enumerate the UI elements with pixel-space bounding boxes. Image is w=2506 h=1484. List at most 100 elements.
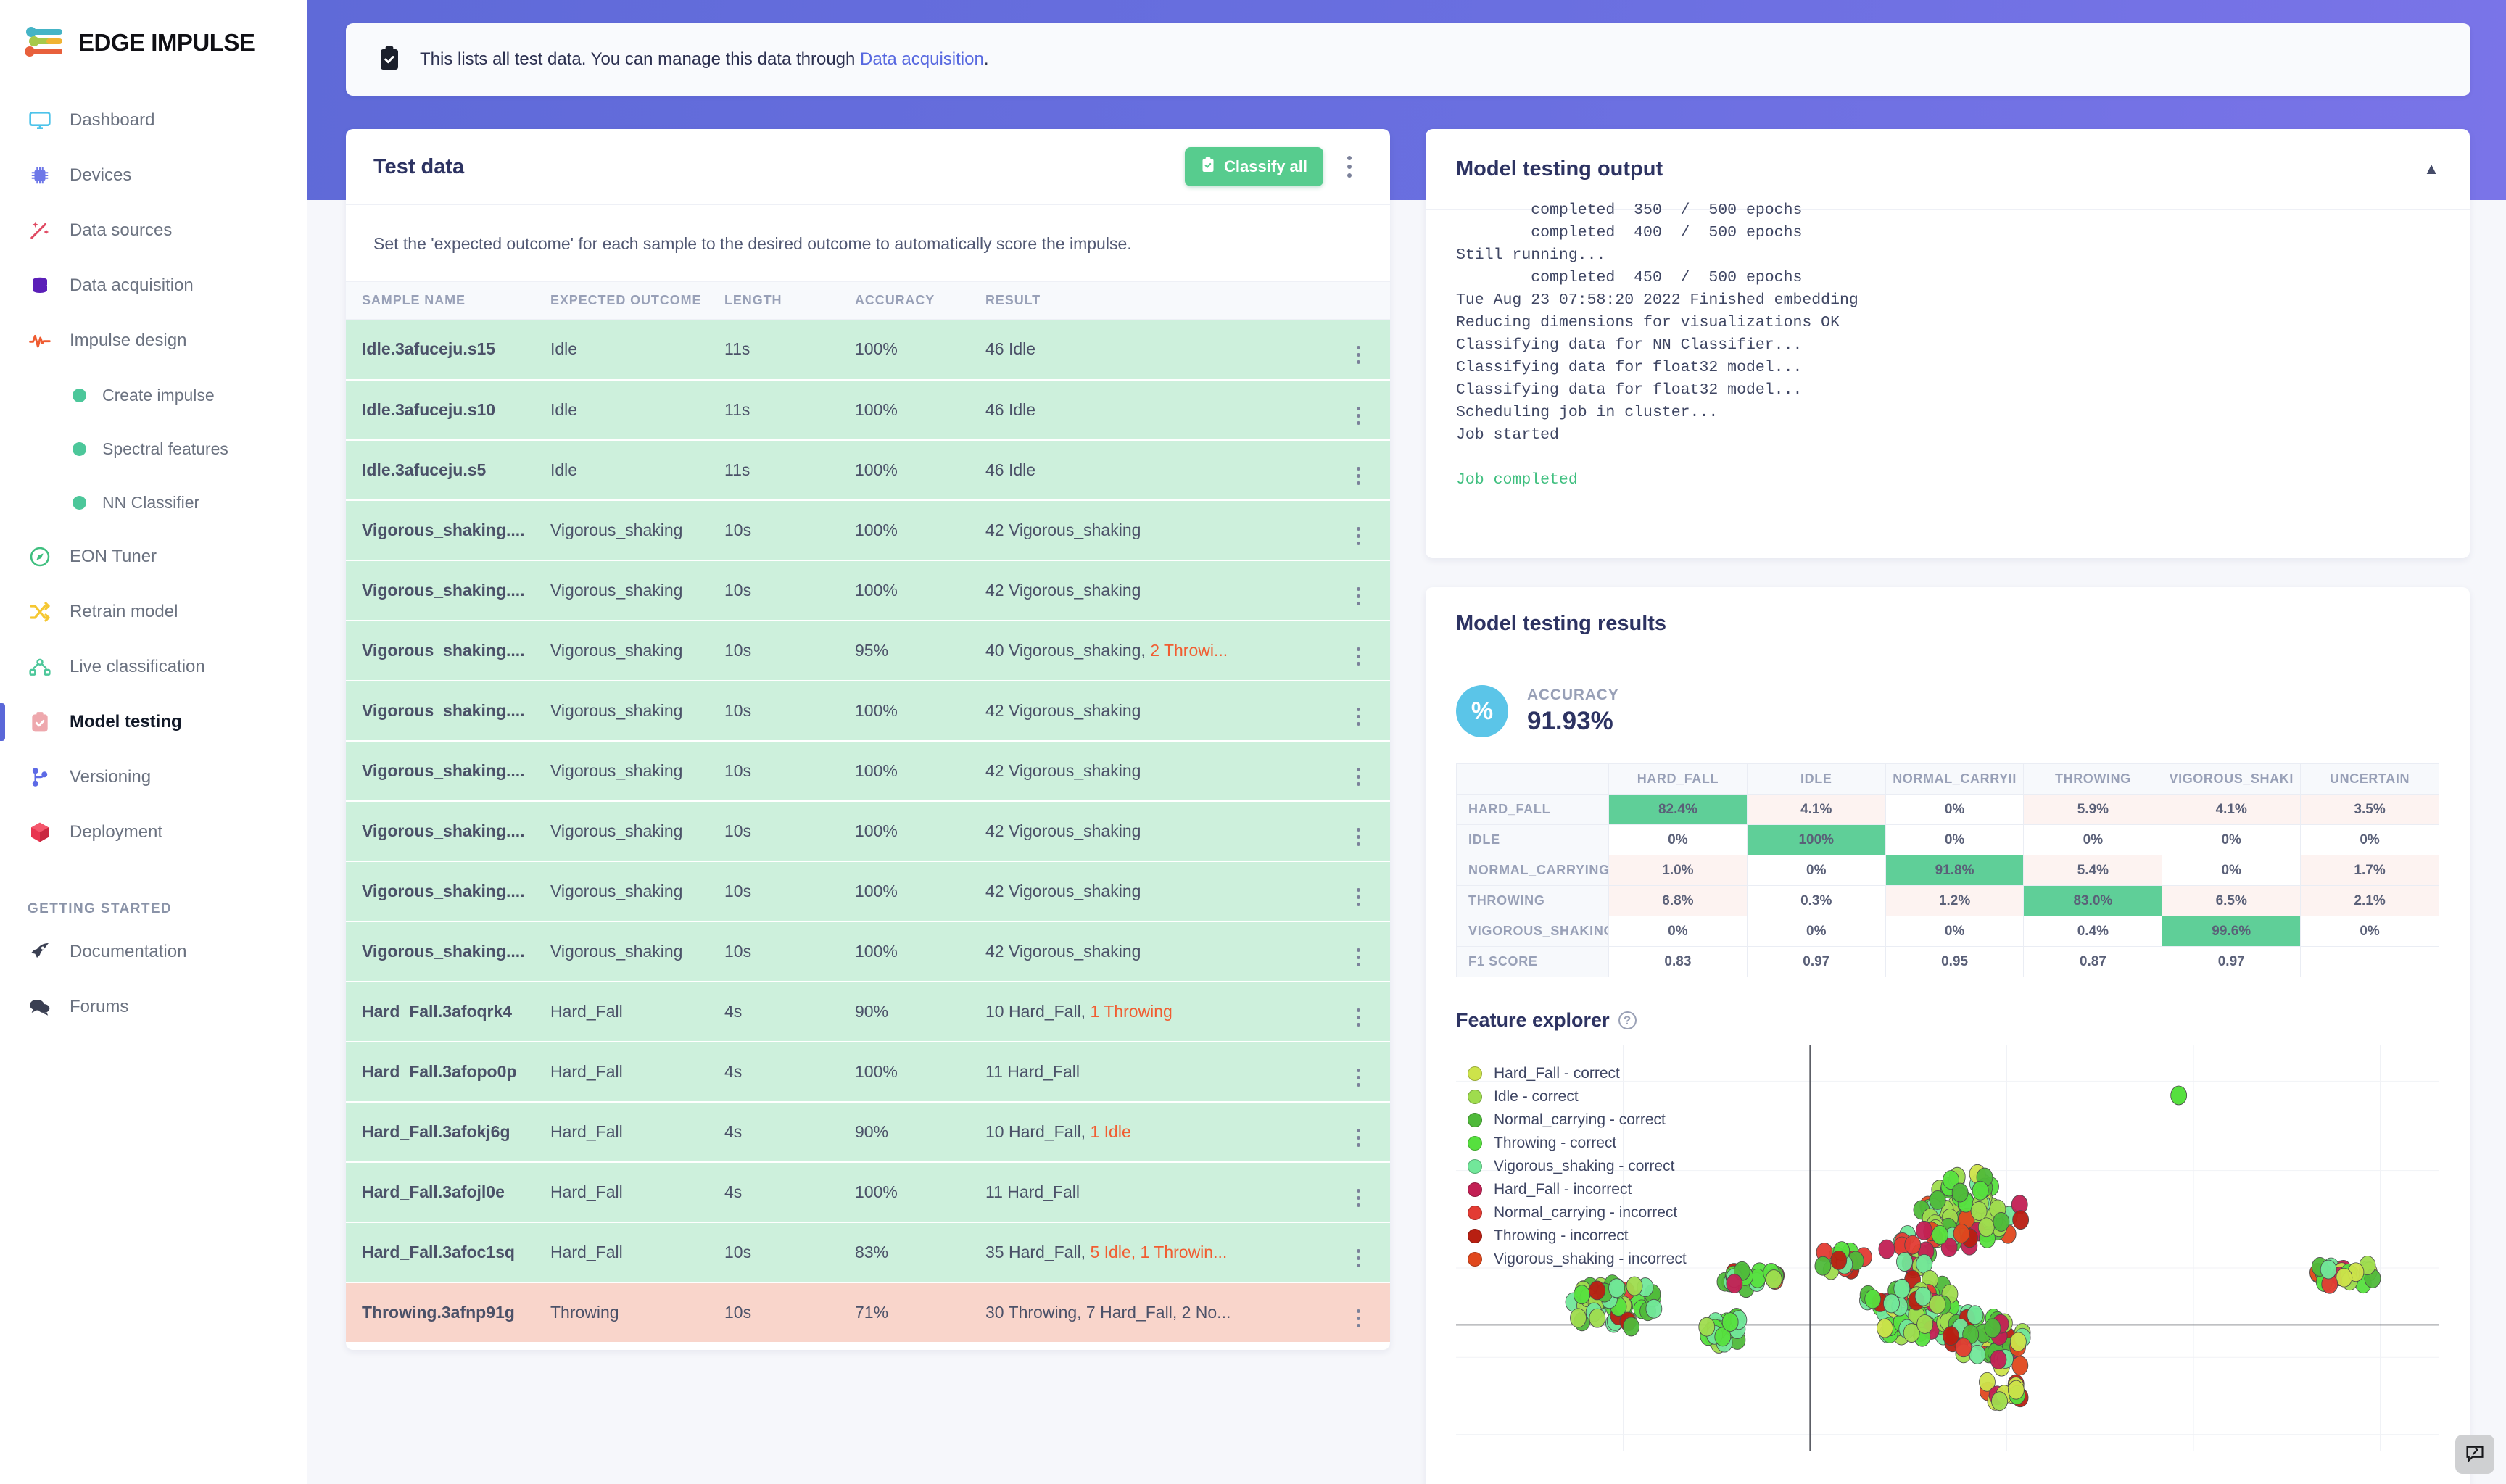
table-row[interactable]: Idle.3afuceju.s15 Idle 11s 100% 46 Idle: [346, 319, 1390, 381]
sidebar-item-spectral-features[interactable]: Spectral features: [0, 422, 307, 476]
row-options-button[interactable]: [1326, 620, 1390, 681]
row-options-button[interactable]: [1326, 861, 1390, 922]
row-options-button[interactable]: [1326, 1161, 1390, 1223]
sidebar-item-nn-classifier[interactable]: NN Classifier: [0, 476, 307, 529]
legend-item[interactable]: Throwing - incorrect: [1468, 1224, 1687, 1248]
cell-expected-outcome[interactable]: Hard_Fall: [550, 1222, 724, 1283]
cell-expected-outcome[interactable]: Idle: [550, 319, 724, 381]
sidebar-item-versioning[interactable]: Versioning: [0, 750, 307, 805]
cell-expected-outcome[interactable]: Idle: [550, 379, 724, 441]
cell-sample-name[interactable]: Hard_Fall.3afojl0e: [362, 1161, 550, 1223]
cell-expected-outcome[interactable]: Hard_Fall: [550, 1101, 724, 1163]
data-acquisition-link[interactable]: Data acquisition: [860, 49, 984, 69]
cell-sample-name[interactable]: Throwing.3afnp91g: [362, 1282, 550, 1343]
cell-sample-name[interactable]: Vigorous_shaking....: [362, 800, 550, 862]
table-row[interactable]: Hard_Fall.3afojl0e Hard_Fall 4s 100% 11 Hard…: [346, 1161, 1390, 1223]
cell-expected-outcome[interactable]: Vigorous_shaking: [550, 740, 724, 802]
legend-item[interactable]: Hard_Fall - incorrect: [1468, 1178, 1687, 1201]
feedback-widget-button[interactable]: [2455, 1435, 2494, 1474]
table-row[interactable]: Hard_Fall.3afopo0p Hard_Fall 4s 100% 11 Hard…: [346, 1041, 1390, 1103]
sidebar-item-devices[interactable]: Devices: [0, 148, 307, 203]
legend-item[interactable]: Vigorous_shaking - correct: [1468, 1155, 1687, 1178]
brand-logo-area[interactable]: EDGE IMPULSE: [0, 0, 307, 65]
row-options-button[interactable]: [1326, 1222, 1390, 1283]
cell-expected-outcome[interactable]: Vigorous_shaking: [550, 499, 724, 561]
cell-expected-outcome[interactable]: Vigorous_shaking: [550, 800, 724, 862]
table-row[interactable]: Idle.3afuceju.s10 Idle 11s 100% 46 Idle: [346, 379, 1390, 441]
cell-expected-outcome[interactable]: Hard_Fall: [550, 1041, 724, 1103]
cell-sample-name[interactable]: Vigorous_shaking....: [362, 680, 550, 742]
legend-item[interactable]: Throwing - correct: [1468, 1132, 1687, 1155]
table-row[interactable]: Vigorous_shaking.... Vigorous_shaking 10s 1…: [346, 861, 1390, 922]
row-options-button[interactable]: [1326, 680, 1390, 742]
row-options-button[interactable]: [1326, 800, 1390, 862]
table-row[interactable]: Vigorous_shaking.... Vigorous_shaking 10s 9…: [346, 620, 1390, 681]
table-row[interactable]: Hard_Fall.3afokj6g Hard_Fall 4s 90% 10 Hard_…: [346, 1101, 1390, 1163]
cell-sample-name[interactable]: Vigorous_shaking....: [362, 861, 550, 922]
table-row[interactable]: Vigorous_shaking.... Vigorous_shaking 10s 1…: [346, 740, 1390, 802]
sidebar-item-data-acquisition[interactable]: Data acquisition: [0, 258, 307, 313]
cell-expected-outcome[interactable]: Vigorous_shaking: [550, 560, 724, 621]
row-options-button[interactable]: [1326, 379, 1390, 441]
column-result[interactable]: RESULT: [985, 281, 1326, 320]
cell-sample-name[interactable]: Hard_Fall.3afopo0p: [362, 1041, 550, 1103]
question-icon[interactable]: ?: [1618, 1011, 1637, 1029]
cell-expected-outcome[interactable]: Hard_Fall: [550, 981, 724, 1042]
cell-expected-outcome[interactable]: Vigorous_shaking: [550, 620, 724, 681]
sidebar-item-eon-tuner[interactable]: EON Tuner: [0, 529, 307, 584]
cell-sample-name[interactable]: Vigorous_shaking....: [362, 620, 550, 681]
sidebar-item-deployment[interactable]: Deployment: [0, 805, 307, 860]
legend-item[interactable]: Idle - correct: [1468, 1085, 1687, 1108]
cell-sample-name[interactable]: Vigorous_shaking....: [362, 499, 550, 561]
sidebar-item-dashboard[interactable]: Dashboard: [0, 93, 307, 148]
classify-all-button[interactable]: Classify all: [1185, 147, 1323, 186]
cell-sample-name[interactable]: Vigorous_shaking....: [362, 740, 550, 802]
sidebar-item-create-impulse[interactable]: Create impulse: [0, 368, 307, 422]
legend-item[interactable]: Normal_carrying - incorrect: [1468, 1201, 1687, 1224]
row-options-button[interactable]: [1326, 319, 1390, 381]
sidebar-item-documentation[interactable]: Documentation: [0, 924, 307, 979]
cell-sample-name[interactable]: Idle.3afuceju.s15: [362, 319, 550, 381]
cell-sample-name[interactable]: Idle.3afuceju.s10: [362, 379, 550, 441]
table-row[interactable]: Vigorous_shaking.... Vigorous_shaking 10s 1…: [346, 499, 1390, 561]
row-options-button[interactable]: [1326, 560, 1390, 621]
table-row[interactable]: Hard_Fall.3afoc1sq Hard_Fall 10s 83% 35 Hard…: [346, 1222, 1390, 1283]
legend-item[interactable]: Normal_carrying - correct: [1468, 1108, 1687, 1132]
table-row[interactable]: Vigorous_shaking.... Vigorous_shaking 10s 1…: [346, 560, 1390, 621]
row-options-button[interactable]: [1326, 439, 1390, 501]
cell-sample-name[interactable]: Idle.3afuceju.s5: [362, 439, 550, 501]
row-options-button[interactable]: [1326, 981, 1390, 1042]
row-options-button[interactable]: [1326, 921, 1390, 982]
cell-sample-name[interactable]: Vigorous_shaking....: [362, 921, 550, 982]
row-options-button[interactable]: [1326, 1282, 1390, 1343]
legend-item[interactable]: Hard_Fall - correct: [1468, 1062, 1687, 1085]
row-options-button[interactable]: [1326, 499, 1390, 561]
table-row[interactable]: Vigorous_shaking.... Vigorous_shaking 10s 1…: [346, 800, 1390, 862]
table-row[interactable]: Vigorous_shaking.... Vigorous_shaking 10s 1…: [346, 921, 1390, 982]
table-row[interactable]: Vigorous_shaking.... Vigorous_shaking 10s 1…: [346, 680, 1390, 742]
cell-expected-outcome[interactable]: Vigorous_shaking: [550, 921, 724, 982]
model-output-console[interactable]: completed 350 / 500 epochs completed 400…: [1426, 199, 2470, 540]
table-row[interactable]: Idle.3afuceju.s5 Idle 11s 100% 46 Idle: [346, 439, 1390, 501]
cell-expected-outcome[interactable]: Vigorous_shaking: [550, 861, 724, 922]
sidebar-item-data-sources[interactable]: Data sources: [0, 203, 307, 258]
table-row[interactable]: Hard_Fall.3afoqrk4 Hard_Fall 4s 90% 10 Hard_…: [346, 981, 1390, 1042]
row-options-button[interactable]: [1326, 740, 1390, 802]
column-sample-name[interactable]: SAMPLE NAME: [362, 281, 550, 320]
test-data-options-button[interactable]: [1333, 149, 1365, 184]
cell-expected-outcome[interactable]: Vigorous_shaking: [550, 680, 724, 742]
cell-sample-name[interactable]: Hard_Fall.3afoc1sq: [362, 1222, 550, 1283]
cell-expected-outcome[interactable]: Hard_Fall: [550, 1161, 724, 1223]
table-row[interactable]: Throwing.3afnp91g Throwing 10s 71% 30 Throwi…: [346, 1282, 1390, 1343]
column-accuracy[interactable]: ACCURACY: [855, 281, 985, 320]
cell-expected-outcome[interactable]: Idle: [550, 439, 724, 501]
row-options-button[interactable]: [1326, 1101, 1390, 1163]
column-length[interactable]: LENGTH: [724, 281, 855, 320]
row-options-button[interactable]: [1326, 1041, 1390, 1103]
cell-expected-outcome[interactable]: Throwing: [550, 1282, 724, 1343]
legend-item[interactable]: Vigorous_shaking - incorrect: [1468, 1248, 1687, 1271]
sidebar-item-model-testing[interactable]: Model testing: [0, 695, 307, 750]
sidebar-item-impulse-design[interactable]: Impulse design: [0, 313, 307, 368]
sidebar-item-retrain-model[interactable]: Retrain model: [0, 584, 307, 639]
caret-up-icon[interactable]: ▲: [2423, 159, 2439, 178]
